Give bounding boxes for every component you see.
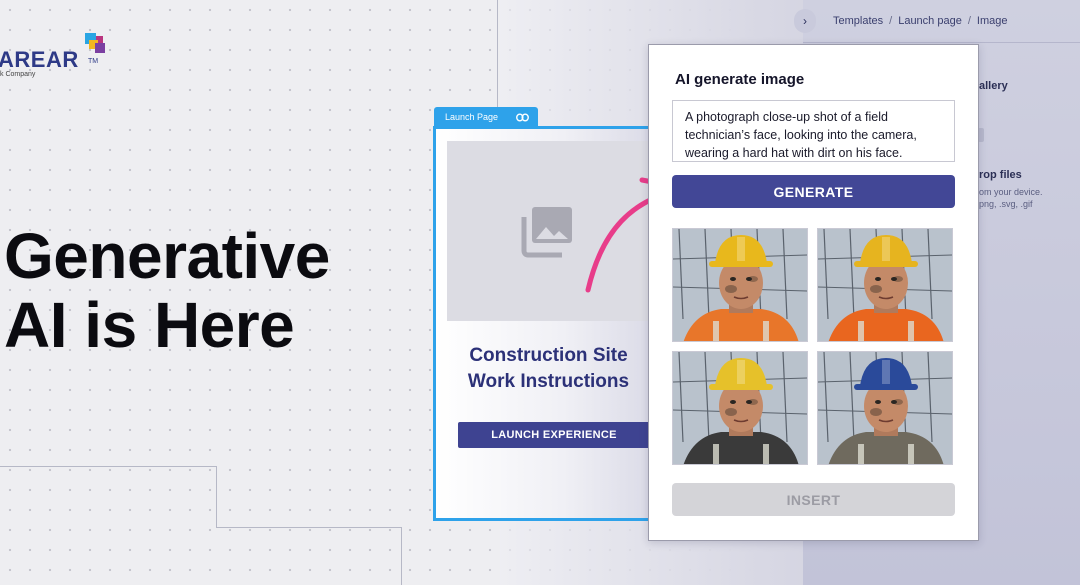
hero-headline: Generative AI is Here [4,222,330,360]
wire-line [401,527,402,585]
result-image-1[interactable] [672,228,808,342]
card-title-line-2: Work Instructions [467,371,630,392]
wire-line [216,527,402,528]
headline-line-1: Generative [4,220,330,292]
result-image-4[interactable] [817,351,953,465]
breadcrumb-item-image: Image [976,15,1008,27]
wire-line [0,466,217,467]
logo-trademark: TM [88,58,99,65]
result-image-3[interactable] [672,351,808,465]
gallery-tab[interactable]: allery [979,80,1008,92]
breadcrumb-separator: / [889,15,893,27]
worker-portrait-image [818,352,952,464]
drop-zone-hint: om your device. [979,187,1043,197]
header-divider [803,42,1080,43]
drop-zone-formats: png, .svg, .gif [979,199,1033,209]
ai-generate-dialog: AI generate image A photograph close-up … [648,44,979,541]
card-title: Construction Site Work Instructions [446,343,651,395]
worker-portrait-image [673,229,807,341]
logo-cubes-icon [85,33,105,53]
launch-page-tab[interactable]: Launch Page [434,107,538,127]
wire-line [497,0,498,107]
worker-portrait-image [818,229,952,341]
breadcrumb-item-launch-page[interactable]: Launch page [898,15,962,27]
drop-zone-title: rop files [979,169,1022,181]
result-image-2[interactable] [817,228,953,342]
wire-line [216,466,217,528]
chevron-right-icon: › [803,14,807,28]
launch-page-tab-label: Launch Page [445,112,499,122]
generate-button[interactable]: GENERATE [672,175,955,208]
insert-button[interactable]: INSERT [672,483,955,516]
link-icon[interactable] [516,113,529,122]
image-placeholder-icon [521,207,572,258]
logo-wordmark: AREAR [0,47,79,72]
brand-logo: AREAR TM k Company [0,32,105,78]
headline-line-2: AI is Here [4,289,295,361]
worker-portrait-image [673,352,807,464]
dialog-title: AI generate image [675,71,805,88]
breadcrumb: Templates / Launch page / Image [833,15,1007,27]
breadcrumb-toggle-button[interactable]: › [794,9,816,33]
breadcrumb-separator: / [967,15,971,27]
prompt-textarea[interactable]: A photograph close-up shot of a field te… [672,100,955,162]
breadcrumb-item-templates[interactable]: Templates [833,15,883,27]
card-title-line-1: Construction Site [469,345,628,366]
launch-experience-button[interactable]: LAUNCH EXPERIENCE [458,422,650,448]
